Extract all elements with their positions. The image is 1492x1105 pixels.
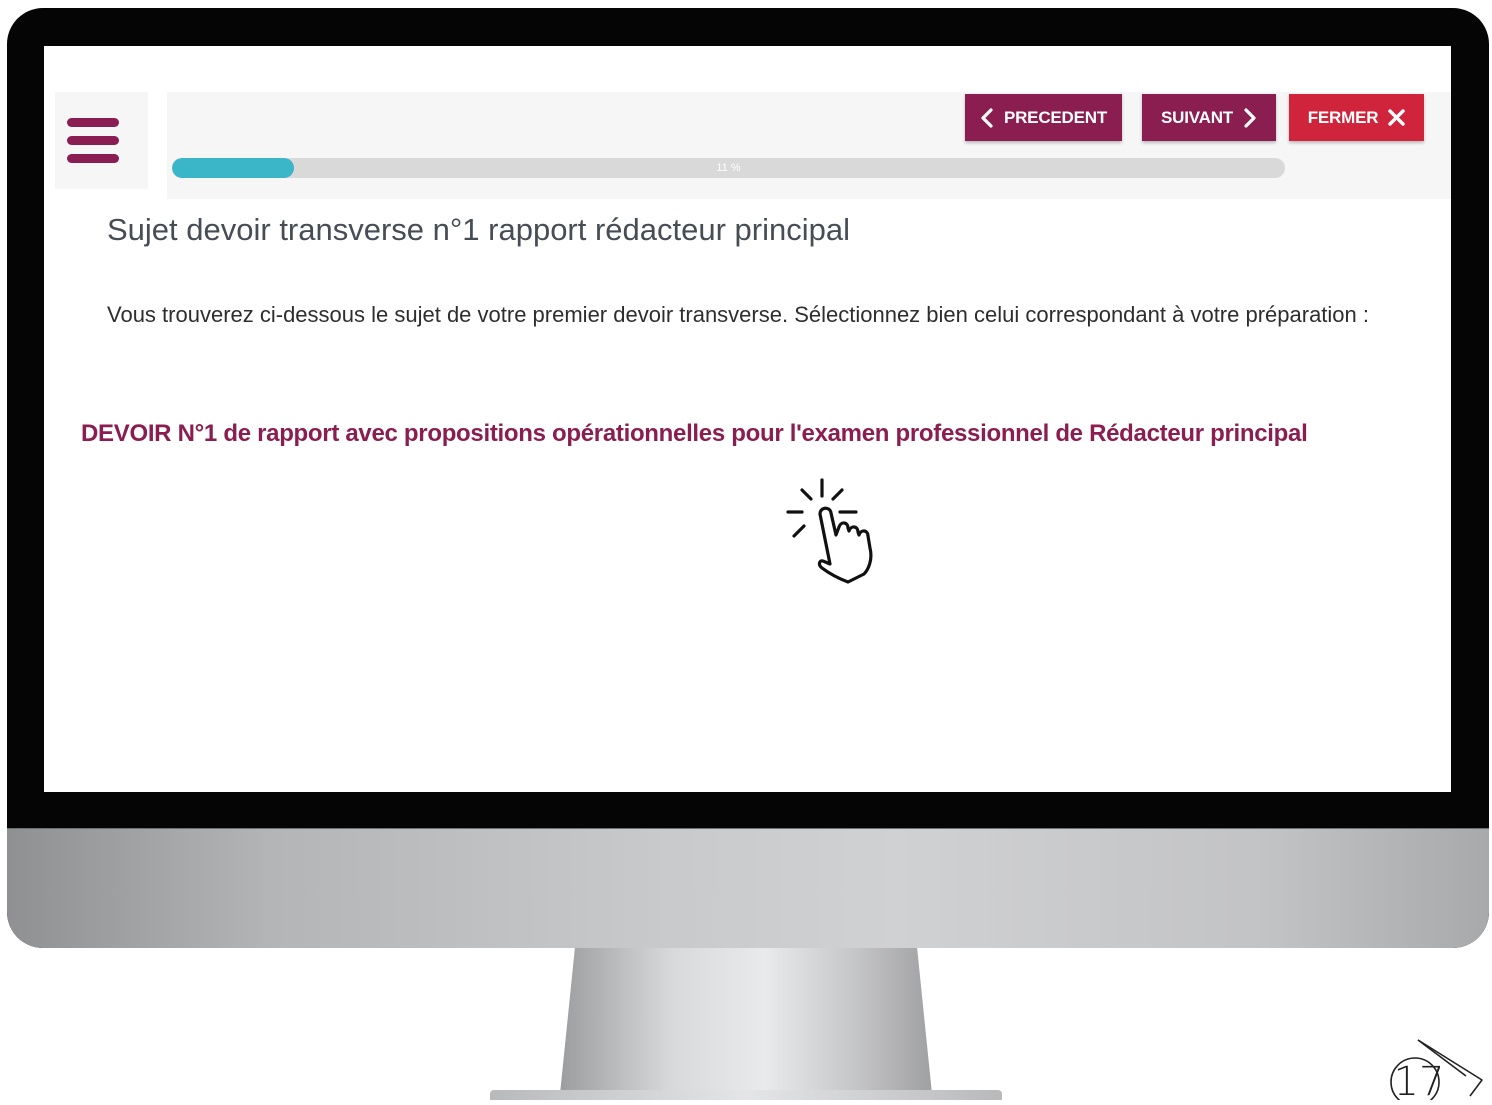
- close-button-label: FERMER: [1307, 107, 1379, 127]
- page-title: Sujet devoir transverse n°1 rapport réda…: [107, 212, 851, 247]
- slide-number: 17: [1393, 1059, 1445, 1105]
- chevron-right-icon: [1244, 107, 1256, 128]
- devoir-link[interactable]: DEVOIR N°1 de rapport avec propositions …: [81, 420, 1308, 448]
- monitor-chin: [7, 828, 1489, 948]
- intro-text: Vous trouverez ci-dessous le sujet de vo…: [107, 302, 1370, 327]
- close-button[interactable]: FERMER: [1289, 94, 1424, 141]
- monitor-base: [490, 1090, 1002, 1100]
- chevron-left-icon: [981, 107, 993, 128]
- monitor-stand: [560, 948, 932, 1094]
- hamburger-menu-button[interactable]: [55, 92, 148, 189]
- app-screen: 11 % PRECEDENT SUIVANT FERMER Sujet devo…: [44, 46, 1451, 792]
- progress-bar: 11 %: [172, 158, 1285, 178]
- close-x-icon: [1388, 109, 1405, 126]
- previous-button-label: PRECEDENT: [1003, 107, 1108, 127]
- click-hand-icon: [786, 478, 873, 584]
- monitor-frame: 11 % PRECEDENT SUIVANT FERMER Sujet devo…: [7, 8, 1489, 948]
- progress-label: 11 %: [716, 162, 741, 174]
- next-button-label: SUIVANT: [1161, 107, 1233, 127]
- next-button[interactable]: SUIVANT: [1142, 94, 1276, 141]
- previous-button[interactable]: PRECEDENT: [965, 94, 1122, 141]
